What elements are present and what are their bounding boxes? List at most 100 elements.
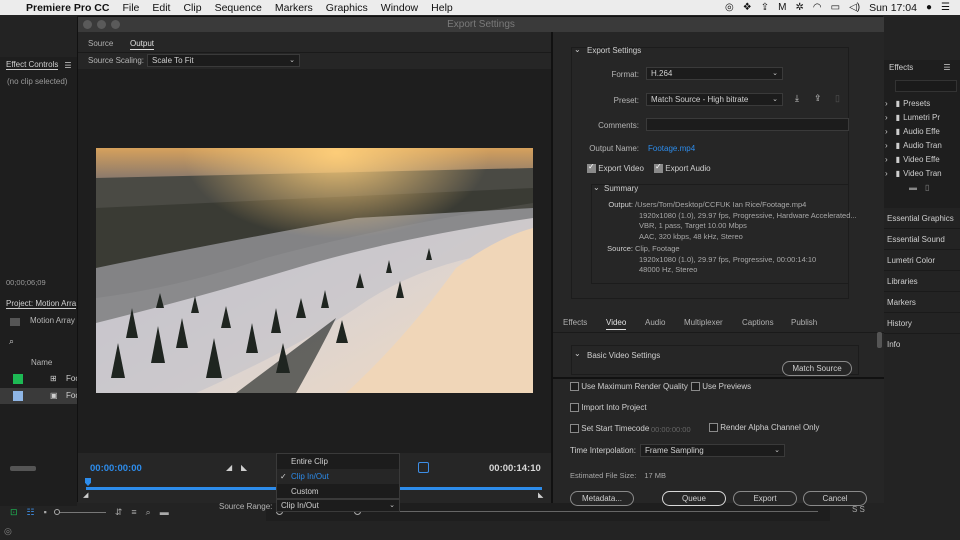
menubar-clock[interactable]: Sun 17:04 [869, 2, 917, 14]
time-interpolation-dropdown[interactable]: Frame Sampling ⌄ [640, 444, 785, 457]
zoom-slider[interactable] [53, 508, 106, 515]
automate-icon[interactable]: ≡ [131, 507, 136, 517]
menu-help[interactable]: Help [431, 2, 453, 14]
tab-output[interactable]: Output [130, 39, 155, 50]
menu-sequence[interactable]: Sequence [215, 2, 262, 14]
range-option-entire-clip[interactable]: Entire Clip [277, 454, 399, 469]
metadata-button[interactable]: Metadata... [570, 491, 634, 506]
minimize-window-button[interactable] [97, 20, 106, 29]
panel-info[interactable]: Info [883, 334, 960, 355]
import-into-project-checkbox[interactable]: Import Into Project [570, 403, 647, 413]
menu-clip[interactable]: Clip [183, 2, 201, 14]
effect-controls-tab[interactable]: Effect Controls [6, 60, 59, 70]
panel-history[interactable]: History [883, 313, 960, 334]
set-in-point-icon[interactable]: ◢ [226, 463, 232, 472]
sync-icon[interactable]: ⇪ [761, 2, 769, 13]
effects-tree-video-transitions[interactable]: Video Tran [903, 169, 942, 178]
out-point-marker[interactable]: ◣ [538, 491, 543, 499]
format-dropdown[interactable]: H.264 ⌄ [646, 67, 783, 80]
export-button[interactable]: Export [733, 491, 797, 506]
delete-preset-icon[interactable]: ▯ [835, 93, 840, 104]
start-timecode-field[interactable]: 00:00:00:00 [651, 425, 691, 434]
tab-source[interactable]: Source [88, 39, 113, 48]
menu-window[interactable]: Window [381, 2, 418, 14]
use-previews-checkbox[interactable]: Use Previews [691, 382, 751, 392]
export-video-checkbox[interactable]: Export Video [587, 162, 644, 174]
panel-essential-sound[interactable]: Essential Sound [883, 229, 960, 250]
effects-tab[interactable]: Effects [889, 63, 913, 72]
sort-icon[interactable]: ⇵ [115, 507, 123, 518]
collapse-export-settings-icon[interactable]: ⌄ [574, 45, 581, 54]
list-view-icon[interactable]: ☷ [27, 507, 35, 518]
effects-tree-audio-effects[interactable]: Audio Effe [903, 127, 940, 136]
volume-icon[interactable]: ◁) [849, 2, 860, 13]
set-start-timecode-checkbox[interactable]: Set Start Timecode [570, 424, 649, 434]
delete-icon-effects[interactable]: ▯ [925, 183, 929, 192]
comments-input[interactable] [646, 118, 849, 131]
panel-essential-graphics[interactable]: Essential Graphics [883, 208, 960, 229]
malwarebytes-icon[interactable]: M [778, 2, 786, 13]
effects-tree-audio-transitions[interactable]: Audio Tran [903, 141, 942, 150]
notification-center-icon[interactable]: ☰ [941, 2, 950, 13]
range-option-clip-in-out[interactable]: ✓ Clip In/Out [277, 469, 399, 484]
project-tab[interactable]: Project: Motion Arra [6, 299, 77, 309]
extension-icon[interactable]: ✲ [795, 2, 803, 13]
effects-menu-icon[interactable]: ☰ [943, 63, 950, 72]
menu-graphics[interactable]: Graphics [326, 2, 368, 14]
range-option-custom[interactable]: Custom [277, 484, 399, 499]
tab-video[interactable]: Video [606, 318, 627, 330]
effects-tree-presets[interactable]: Presets [903, 99, 930, 108]
menu-file[interactable]: File [122, 2, 139, 14]
use-max-render-quality-checkbox[interactable]: Use Maximum Render Quality [570, 382, 688, 392]
export-audio-checkbox[interactable]: Export Audio [654, 162, 711, 174]
panel-lumetri-color[interactable]: Lumetri Color [883, 250, 960, 271]
collapse-summary-icon[interactable]: ⌄ [593, 183, 600, 192]
pane-divider[interactable] [551, 32, 553, 503]
panel-markers[interactable]: Markers [883, 292, 960, 313]
app-menu[interactable]: Premiere Pro CC [26, 2, 109, 14]
collapse-basic-video-icon[interactable]: ⌄ [574, 349, 581, 358]
tab-publish[interactable]: Publish [791, 318, 817, 327]
tab-audio[interactable]: Audio [645, 318, 665, 327]
icon-view-icon[interactable]: ▪ [44, 507, 47, 517]
find-icon[interactable]: ⌕ [146, 507, 151, 518]
in-point-marker[interactable]: ◢ [83, 491, 88, 499]
creative-cloud-icon[interactable]: ◎ [725, 2, 734, 13]
dropbox-icon[interactable]: ❖ [743, 2, 752, 13]
close-window-button[interactable] [83, 20, 92, 29]
set-out-point-icon[interactable]: ◣ [241, 463, 247, 472]
render-alpha-checkbox[interactable]: Render Alpha Channel Only [709, 423, 819, 433]
tab-multiplexer[interactable]: Multiplexer [684, 318, 723, 327]
zoom-window-button[interactable] [111, 20, 120, 29]
battery-icon[interactable]: ▭ [831, 2, 840, 13]
current-timecode[interactable]: 00:00:00:00 [90, 463, 142, 474]
settings-scrollbar[interactable] [877, 332, 882, 348]
fit-icon[interactable] [418, 462, 429, 473]
effects-tree-lumetri[interactable]: Lumetri Pr [903, 113, 940, 122]
menu-markers[interactable]: Markers [275, 2, 313, 14]
audio-meter-solo[interactable]: S S [852, 505, 865, 514]
new-bin-icon[interactable]: ▬ [160, 507, 169, 517]
wifi-icon[interactable]: ◠ [813, 2, 822, 13]
save-preset-icon[interactable]: ⤓ [795, 93, 799, 104]
tab-effects[interactable]: Effects [563, 318, 587, 327]
match-source-button[interactable]: Match Source [782, 361, 852, 376]
project-scrollbar[interactable] [10, 466, 36, 471]
panel-libraries[interactable]: Libraries [883, 271, 960, 292]
siri-icon[interactable]: ● [926, 2, 932, 13]
cancel-button[interactable]: Cancel [803, 491, 867, 506]
import-preset-icon[interactable]: ⇪ [814, 93, 822, 104]
output-name-link[interactable]: Footage.mp4 [648, 144, 695, 153]
search-icon[interactable]: ⌕ [9, 336, 14, 347]
queue-button[interactable]: Queue [662, 491, 726, 506]
tab-captions[interactable]: Captions [742, 318, 774, 327]
source-range-dropdown[interactable]: Clip In/Out ⌄ [276, 499, 400, 512]
effects-search-input[interactable] [895, 80, 957, 92]
menu-edit[interactable]: Edit [152, 2, 170, 14]
name-column-header[interactable]: Name [31, 358, 52, 367]
preset-dropdown[interactable]: Match Source - High bitrate ⌄ [646, 93, 783, 106]
new-bin-icon-effects[interactable]: ▬ [909, 183, 917, 192]
source-scaling-dropdown[interactable]: Scale To Fit ⌄ [147, 54, 300, 67]
effects-tree-video-effects[interactable]: Video Effe [903, 155, 940, 164]
lock-icon[interactable]: ⊡ [10, 507, 18, 518]
